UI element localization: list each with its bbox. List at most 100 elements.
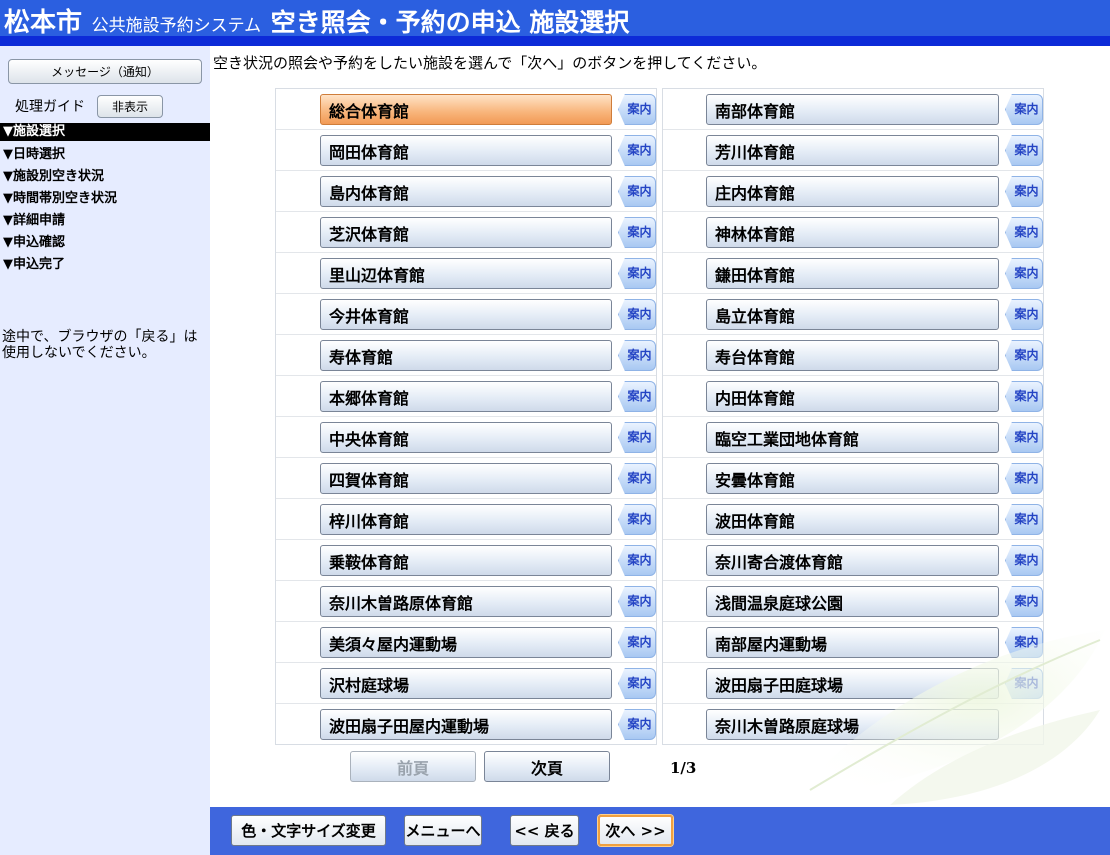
facility-row: 総合体育館 案内: [276, 89, 656, 130]
facility-button[interactable]: 波田体育館: [706, 504, 999, 535]
facility-info-button[interactable]: 案内: [1005, 381, 1043, 412]
facility-info-button[interactable]: 案内: [1005, 668, 1043, 699]
facility-info-button[interactable]: 案内: [1005, 299, 1043, 330]
facility-info-button[interactable]: 案内: [618, 627, 656, 658]
facility-button[interactable]: 中央体育館: [320, 422, 612, 453]
facility-info-button[interactable]: 案内: [618, 94, 656, 125]
process-steps: ▼施設選択 ▼日時選択 ▼施設別空き状況 ▼時間帯別空き状況 ▼詳細申請 ▼申込確認 ▼申込…: [0, 123, 210, 277]
facility-button[interactable]: 芝沢体育館: [320, 217, 612, 248]
facility-info-button[interactable]: 案内: [1005, 463, 1043, 494]
facility-row: 島内体育館 案内: [276, 171, 656, 212]
next-page-button[interactable]: 次頁: [484, 751, 610, 782]
next-button[interactable]: 次へ >>: [598, 815, 673, 846]
facility-button[interactable]: 波田扇子田屋内運動場: [320, 709, 612, 740]
facility-button[interactable]: 寿体育館: [320, 340, 612, 371]
facility-info-button[interactable]: 案内: [1005, 627, 1043, 658]
facility-row: 南部屋内運動場 案内: [663, 622, 1043, 663]
instruction-text: 空き状況の照会や予約をしたい施設を選んで「次へ」のボタンを押してください。: [213, 54, 767, 72]
facility-info-button[interactable]: 案内: [618, 135, 656, 166]
facility-row: 臨空工業団地体育館 案内: [663, 417, 1043, 458]
facility-button[interactable]: 浅間温泉庭球公園: [706, 586, 999, 617]
message-button[interactable]: メッセージ（通知）: [8, 59, 202, 84]
facility-button[interactable]: 沢村庭球場: [320, 668, 612, 699]
facility-row: 芳川体育館 案内: [663, 130, 1043, 171]
facility-list-left: 総合体育館 案内 岡田体育館 案内 島内体育館 案内 芝沢体育館 案内 里山辺体育館 案内 今井体育…: [275, 88, 657, 745]
facility-button[interactable]: 今井体育館: [320, 299, 612, 330]
system-name: 公共施設予約システム: [91, 16, 262, 36]
facility-button[interactable]: 安曇体育館: [706, 463, 999, 494]
facility-button[interactable]: 内田体育館: [706, 381, 999, 412]
facility-info-button[interactable]: 案内: [1005, 586, 1043, 617]
facility-button[interactable]: 寿台体育館: [706, 340, 999, 371]
facility-info-button[interactable]: 案内: [618, 258, 656, 289]
facility-button[interactable]: 四賀体育館: [320, 463, 612, 494]
facility-button[interactable]: 神林体育館: [706, 217, 999, 248]
facility-button[interactable]: 南部屋内運動場: [706, 627, 999, 658]
page-heading: 空き照会・予約の申込 施設選択: [270, 8, 630, 37]
facility-row: 芝沢体育館 案内: [276, 212, 656, 253]
facility-info-button[interactable]: 案内: [1005, 176, 1043, 207]
prev-page-button[interactable]: 前頁: [350, 751, 476, 782]
facility-info-button[interactable]: 案内: [618, 504, 656, 535]
facility-info-button[interactable]: 案内: [1005, 258, 1043, 289]
facility-row: 波田体育館 案内: [663, 499, 1043, 540]
facility-info-button[interactable]: 案内: [618, 176, 656, 207]
facility-button[interactable]: 美須々屋内運動場: [320, 627, 612, 658]
facility-row: 内田体育館 案内: [663, 376, 1043, 417]
facility-button[interactable]: 波田扇子田庭球場: [706, 668, 999, 699]
menu-button[interactable]: メニューへ: [404, 815, 482, 846]
back-button[interactable]: << 戻る: [510, 815, 579, 846]
facility-row: 中央体育館 案内: [276, 417, 656, 458]
facility-row: 南部体育館 案内: [663, 89, 1043, 130]
facility-button[interactable]: 梓川体育館: [320, 504, 612, 535]
hide-guide-button[interactable]: 非表示: [97, 95, 163, 118]
facility-row: 梓川体育館 案内: [276, 499, 656, 540]
facility-info-button[interactable]: 案内: [618, 217, 656, 248]
facility-button[interactable]: 奈川寄合渡体育館: [706, 545, 999, 576]
facility-list-right: 南部体育館 案内 芳川体育館 案内 庄内体育館 案内 神林体育館 案内 鎌田体育館 案内 島立体育館…: [662, 88, 1044, 745]
color-size-button[interactable]: 色・文字サイズ変更: [231, 815, 386, 846]
facility-button[interactable]: 本郷体育館: [320, 381, 612, 412]
facility-row: 神林体育館 案内: [663, 212, 1043, 253]
facility-info-button[interactable]: 案内: [1005, 340, 1043, 371]
facility-info-button[interactable]: 案内: [618, 709, 656, 740]
step-item: ▼詳細申請: [3, 213, 65, 228]
facility-info-button[interactable]: 案内: [618, 340, 656, 371]
facility-info-button[interactable]: 案内: [618, 586, 656, 617]
step-item: ▼施設別空き状況: [3, 169, 104, 184]
facility-button[interactable]: 鎌田体育館: [706, 258, 999, 289]
facility-info-button[interactable]: 案内: [1005, 504, 1043, 535]
facility-info-button[interactable]: 案内: [1005, 545, 1043, 576]
facility-row: 鎌田体育館 案内: [663, 253, 1043, 294]
facility-button[interactable]: 庄内体育館: [706, 176, 999, 207]
facility-button[interactable]: 総合体育館: [320, 94, 612, 125]
facility-info-button[interactable]: 案内: [1005, 422, 1043, 453]
facility-button[interactable]: 乗鞍体育館: [320, 545, 612, 576]
facility-button[interactable]: 岡田体育館: [320, 135, 612, 166]
facility-info-button[interactable]: 案内: [618, 463, 656, 494]
facility-info-button[interactable]: 案内: [618, 299, 656, 330]
facility-row: 安曇体育館 案内: [663, 458, 1043, 499]
facility-row: 乗鞍体育館 案内: [276, 540, 656, 581]
facility-button[interactable]: 芳川体育館: [706, 135, 999, 166]
step-item: ▼時間帯別空き状況: [3, 191, 117, 206]
header-bar: 松本市 公共施設予約システム 空き照会・予約の申込 施設選択: [0, 0, 1110, 46]
facility-info-button[interactable]: 案内: [618, 422, 656, 453]
facility-button[interactable]: 南部体育館: [706, 94, 999, 125]
facility-info-button[interactable]: 案内: [618, 668, 656, 699]
facility-info-button[interactable]: 案内: [1005, 217, 1043, 248]
facility-row: 浅間温泉庭球公園 案内: [663, 581, 1043, 622]
facility-row: 庄内体育館 案内: [663, 171, 1043, 212]
facility-button[interactable]: 臨空工業団地体育館: [706, 422, 999, 453]
step-item: ▼施設選択: [0, 123, 210, 141]
back-warning-note: 途中で、ブラウザの「戻る」は使用しないでください。: [2, 329, 198, 361]
facility-info-button[interactable]: 案内: [618, 545, 656, 576]
facility-button[interactable]: 奈川木曽路原庭球場: [706, 709, 999, 740]
facility-button[interactable]: 島内体育館: [320, 176, 612, 207]
facility-info-button[interactable]: 案内: [618, 381, 656, 412]
facility-info-button[interactable]: 案内: [1005, 135, 1043, 166]
facility-button[interactable]: 里山辺体育館: [320, 258, 612, 289]
facility-info-button[interactable]: 案内: [1005, 94, 1043, 125]
facility-button[interactable]: 島立体育館: [706, 299, 999, 330]
facility-button[interactable]: 奈川木曽路原体育館: [320, 586, 612, 617]
